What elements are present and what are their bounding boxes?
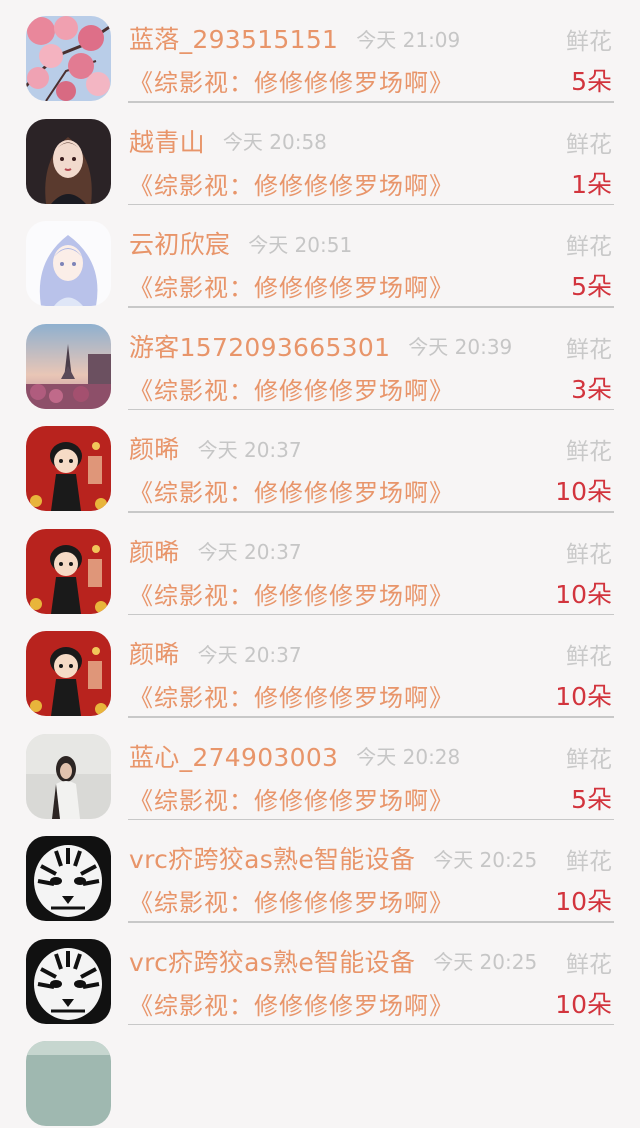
red-cartoon-avatar-icon bbox=[26, 426, 111, 511]
paris-avatar-icon bbox=[26, 323, 111, 409]
list-item[interactable]: 颜晞 今天 20:37 鲜花 《综影视：修修修修罗场啊》 10朵 bbox=[0, 513, 640, 615]
username[interactable]: 颜晞 bbox=[129, 435, 180, 464]
timestamp: 今天 20:58 bbox=[222, 130, 327, 154]
book-title-link[interactable]: 《综影视：修修修修罗场啊》 bbox=[129, 576, 454, 611]
timestamp: 今天 20:25 bbox=[433, 950, 538, 974]
avatar[interactable] bbox=[26, 16, 111, 101]
gift-type-label: 鲜花 bbox=[566, 849, 612, 875]
gift-type-label: 鲜花 bbox=[566, 131, 612, 158]
timestamp: 今天 21:09 bbox=[356, 27, 461, 52]
gift-type-label: 鲜花 bbox=[566, 541, 612, 568]
gift-type-label: 鲜花 bbox=[566, 336, 612, 363]
book-title-link[interactable]: 《综影视：修修修修罗场啊》 bbox=[129, 781, 454, 816]
blue-hair-girl-avatar-icon bbox=[26, 221, 111, 306]
red-cartoon-avatar-icon bbox=[26, 631, 111, 716]
landscape-avatar-icon bbox=[26, 1041, 111, 1126]
list-item[interactable]: 蓝落_293515151 今天 21:09 鲜花 《综影视：修修修修罗场啊》 5朵 bbox=[0, 0, 640, 103]
gift-type-label: 鲜花 bbox=[566, 746, 612, 773]
list-item[interactable]: vrc疥跨狡as熟e智能设备 今天 20:25 鲜花 《综影视：修修修修罗场啊》 … bbox=[0, 820, 640, 923]
dark-girl-avatar-icon bbox=[26, 118, 111, 204]
gift-count: 1朵 bbox=[571, 169, 612, 199]
gift-count: 10朵 bbox=[555, 477, 612, 506]
avatar[interactable] bbox=[26, 323, 111, 409]
list-item[interactable]: 颜晞 今天 20:37 鲜花 《综影视：修修修修罗场啊》 10朵 bbox=[0, 615, 640, 718]
timestamp: 今天 20:37 bbox=[197, 642, 302, 667]
username[interactable]: vrc疥跨狡as熟e智能设备 bbox=[129, 948, 415, 977]
gift-type-label: 鲜花 bbox=[566, 644, 612, 670]
book-title-link[interactable]: 《综影视：修修修修罗场啊》 bbox=[129, 268, 454, 303]
gift-type-label: 鲜花 bbox=[566, 951, 612, 978]
red-cartoon-avatar-icon bbox=[26, 528, 111, 614]
avatar[interactable] bbox=[26, 426, 111, 511]
username[interactable]: 蓝心_274903003 bbox=[129, 743, 338, 772]
list-item[interactable]: vrc疥跨狡as熟e智能设备 今天 20:25 鲜花 《综影视：修修修修罗场啊》 … bbox=[0, 923, 640, 1025]
woman-photo-avatar-icon bbox=[26, 733, 111, 819]
tiger-avatar-icon bbox=[26, 836, 111, 921]
timestamp: 今天 20:39 bbox=[408, 335, 513, 359]
timestamp: 今天 20:25 bbox=[433, 847, 538, 872]
gift-count: 10朵 bbox=[555, 682, 612, 711]
timestamp: 今天 20:37 bbox=[197, 437, 302, 462]
gift-count: 5朵 bbox=[571, 272, 612, 301]
list-item[interactable]: 越青山 今天 20:58 鲜花 《综影视：修修修修罗场啊》 1朵 bbox=[0, 103, 640, 205]
book-title-link[interactable]: 《综影视：修修修修罗场啊》 bbox=[129, 678, 454, 713]
gift-type-label: 鲜花 bbox=[566, 234, 612, 260]
book-title-link[interactable]: 《综影视：修修修修罗场啊》 bbox=[129, 986, 454, 1021]
list-item-partial[interactable] bbox=[0, 1025, 640, 1128]
gift-count: 3朵 bbox=[571, 374, 612, 404]
username[interactable]: vrc疥跨狡as熟e智能设备 bbox=[129, 845, 415, 874]
gift-count: 10朵 bbox=[555, 989, 612, 1019]
gift-count: 5朵 bbox=[571, 67, 612, 96]
avatar[interactable] bbox=[26, 938, 111, 1024]
book-title-link[interactable]: 《综影视：修修修修罗场啊》 bbox=[129, 883, 454, 918]
avatar[interactable] bbox=[26, 118, 111, 204]
list-item[interactable]: 颜晞 今天 20:37 鲜花 《综影视：修修修修罗场啊》 10朵 bbox=[0, 410, 640, 513]
username[interactable]: 越青山 bbox=[129, 128, 205, 157]
timestamp: 今天 20:51 bbox=[248, 232, 353, 257]
username[interactable]: 蓝落_293515151 bbox=[129, 25, 338, 54]
list-item[interactable]: 游客1572093665301 今天 20:39 鲜花 《综影视：修修修修罗场啊》… bbox=[0, 308, 640, 410]
avatar[interactable] bbox=[26, 836, 111, 921]
gift-record-list: 蓝落_293515151 今天 21:09 鲜花 《综影视：修修修修罗场啊》 5朵… bbox=[0, 0, 640, 1128]
gift-count: 10朵 bbox=[555, 887, 612, 916]
username[interactable]: 云初欣宸 bbox=[129, 230, 230, 259]
username[interactable]: 颜晞 bbox=[129, 640, 180, 669]
timestamp: 今天 20:28 bbox=[356, 745, 461, 769]
book-title-link[interactable]: 《综影视：修修修修罗场啊》 bbox=[129, 473, 454, 508]
username[interactable]: 游客1572093665301 bbox=[129, 333, 390, 362]
gift-type-label: 鲜花 bbox=[566, 439, 612, 465]
avatar[interactable] bbox=[26, 221, 111, 306]
tiger-avatar-icon bbox=[26, 938, 111, 1024]
gift-count: 10朵 bbox=[555, 579, 612, 609]
book-title-link[interactable]: 《综影视：修修修修罗场啊》 bbox=[129, 166, 454, 201]
cherry-blossom-avatar-icon bbox=[26, 16, 111, 101]
gift-type-label: 鲜花 bbox=[566, 29, 612, 55]
list-item[interactable]: 蓝心_274903003 今天 20:28 鲜花 《综影视：修修修修罗场啊》 5朵 bbox=[0, 718, 640, 820]
avatar[interactable] bbox=[26, 1041, 111, 1126]
avatar[interactable] bbox=[26, 631, 111, 716]
avatar[interactable] bbox=[26, 528, 111, 614]
username[interactable]: 颜晞 bbox=[129, 538, 180, 567]
timestamp: 今天 20:37 bbox=[197, 540, 302, 564]
avatar[interactable] bbox=[26, 733, 111, 819]
list-item[interactable]: 云初欣宸 今天 20:51 鲜花 《综影视：修修修修罗场啊》 5朵 bbox=[0, 205, 640, 308]
book-title-link[interactable]: 《综影视：修修修修罗场啊》 bbox=[129, 63, 454, 98]
gift-count: 5朵 bbox=[571, 784, 612, 814]
book-title-link[interactable]: 《综影视：修修修修罗场啊》 bbox=[129, 371, 454, 406]
